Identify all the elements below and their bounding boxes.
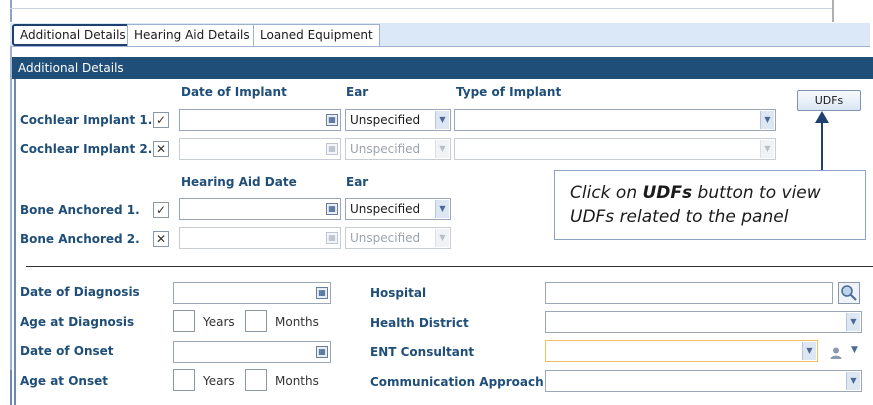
select-value: Unspecified	[350, 202, 421, 216]
chevron-down-icon[interactable]: ▼	[851, 345, 858, 355]
bone-anchored-1-date-input[interactable]: ▦	[179, 198, 341, 220]
cochlear-implant-2-type-select[interactable]: ▼	[454, 138, 776, 160]
cochlear-implant-1-checkbox[interactable]: ✓	[153, 112, 169, 128]
calendar-icon[interactable]: ▦	[316, 287, 328, 299]
bone-anchored-1-checkbox[interactable]: ✓	[153, 202, 169, 218]
header-ear: Ear	[346, 85, 369, 99]
callout-line2: UDFs related to the panel	[570, 207, 789, 227]
select-value: Unspecified	[350, 142, 421, 156]
callout-prefix: Click on	[570, 183, 643, 203]
top-strip	[0, 0, 873, 22]
date-of-diagnosis-label: Date of Diagnosis	[20, 285, 140, 299]
chevron-down-icon[interactable]: ▼	[802, 342, 816, 360]
header-type-of-implant: Type of Implant	[456, 85, 562, 99]
cochlear-implant-2-label: Cochlear Implant 2.	[20, 142, 153, 156]
age-at-onset-months-input[interactable]	[245, 369, 267, 391]
age-at-diagnosis-label: Age at Diagnosis	[20, 315, 135, 329]
header-ear-bone: Ear	[346, 175, 369, 189]
chevron-down-icon[interactable]: ▼	[435, 229, 449, 247]
callout-bold: UDFs	[642, 183, 693, 203]
callout-arrow	[821, 120, 823, 170]
calendar-icon[interactable]: ▦	[326, 232, 338, 244]
age-at-diagnosis-years-input[interactable]	[173, 310, 195, 332]
ent-consultant-select[interactable]: ▼	[545, 340, 818, 362]
select-value: Unspecified	[350, 231, 421, 245]
hospital-input[interactable]	[545, 282, 833, 304]
divider	[10, 8, 832, 9]
udfs-button[interactable]: UDFs	[797, 90, 861, 111]
calendar-icon[interactable]: ▦	[326, 143, 338, 155]
calendar-icon[interactable]: ▦	[326, 114, 338, 126]
cochlear-implant-1-type-select[interactable]: ▼	[454, 109, 776, 131]
chevron-down-icon[interactable]: ▼	[435, 200, 449, 218]
chevron-down-icon[interactable]: ▼	[435, 111, 449, 129]
ent-consultant-label: ENT Consultant	[370, 345, 475, 359]
tab-loaned-equipment[interactable]: Loaned Equipment	[253, 24, 380, 46]
bone-anchored-2-checkbox[interactable]: ✕	[153, 231, 169, 247]
person-icon[interactable]	[829, 346, 843, 360]
cochlear-implant-2-checkbox[interactable]: ✕	[153, 141, 169, 157]
date-of-onset-label: Date of Onset	[20, 344, 114, 358]
tab-hearing-aid-details[interactable]: Hearing Aid Details	[127, 24, 257, 46]
select-value: Unspecified	[350, 113, 421, 127]
cochlear-implant-1-date-input[interactable]: ▦	[179, 109, 341, 131]
bone-anchored-2-label: Bone Anchored 2.	[20, 232, 140, 246]
years-label: Years	[203, 374, 235, 388]
tab-additional-details[interactable]: Additional Details	[12, 24, 134, 46]
calendar-icon[interactable]: ▦	[326, 203, 338, 215]
age-at-onset-years-input[interactable]	[173, 369, 195, 391]
bone-anchored-1-ear-select[interactable]: Unspecified ▼	[345, 198, 451, 220]
date-of-diagnosis-input[interactable]: ▦	[173, 282, 331, 304]
chevron-down-icon[interactable]: ▼	[760, 111, 774, 129]
calendar-icon[interactable]: ▦	[316, 346, 328, 358]
health-district-select[interactable]: ▼	[545, 311, 862, 333]
header-hearing-aid-date: Hearing Aid Date	[181, 175, 297, 189]
panel-title: Additional Details	[12, 57, 873, 79]
communication-approach-label: Communication Approach	[370, 375, 544, 389]
communication-approach-select[interactable]: ▼	[545, 370, 862, 392]
age-at-onset-label: Age at Onset	[20, 374, 108, 388]
udf-callout: Click on UDFs button to view UDFs relate…	[554, 170, 866, 240]
months-label: Months	[275, 374, 319, 388]
bone-anchored-2-ear-select[interactable]: Unspecified ▼	[345, 227, 451, 249]
search-icon[interactable]	[838, 282, 860, 304]
years-label: Years	[203, 315, 235, 329]
date-of-onset-input[interactable]: ▦	[173, 341, 331, 363]
cochlear-implant-1-ear-select[interactable]: Unspecified ▼	[345, 109, 451, 131]
cochlear-implant-1-label: Cochlear Implant 1.	[20, 113, 153, 127]
age-at-diagnosis-months-input[interactable]	[245, 310, 267, 332]
cochlear-implant-2-ear-select[interactable]: Unspecified ▼	[345, 138, 451, 160]
window-edge	[10, 0, 12, 22]
chevron-down-icon[interactable]: ▼	[846, 313, 860, 331]
header-date-of-implant: Date of Implant	[181, 85, 287, 99]
cochlear-implant-2-date-input[interactable]: ▦	[179, 138, 341, 160]
health-district-label: Health District	[370, 316, 469, 330]
window-edge-right	[832, 0, 834, 22]
section-divider	[26, 266, 873, 267]
chevron-down-icon[interactable]: ▼	[846, 372, 860, 390]
bone-anchored-2-date-input[interactable]: ▦	[179, 227, 341, 249]
months-label: Months	[275, 315, 319, 329]
bone-anchored-1-label: Bone Anchored 1.	[20, 203, 140, 217]
hospital-label: Hospital	[370, 286, 427, 300]
panel-edge	[10, 370, 12, 405]
chevron-down-icon[interactable]: ▼	[435, 140, 449, 158]
chevron-down-icon[interactable]: ▼	[760, 140, 774, 158]
callout-suffix: button to view	[692, 183, 821, 203]
